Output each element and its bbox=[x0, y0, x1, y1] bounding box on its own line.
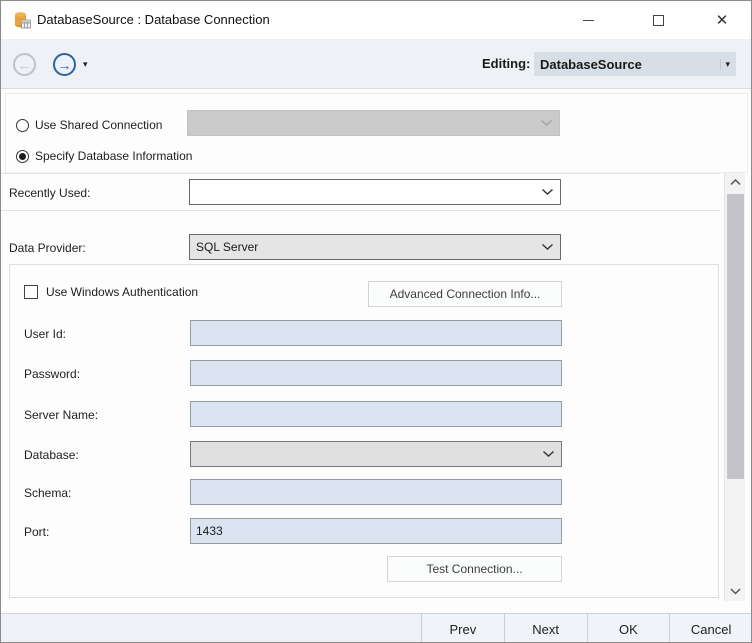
scrollbar-thumb[interactable] bbox=[727, 194, 744, 479]
editing-value: DatabaseSource bbox=[540, 57, 720, 72]
minimize-button[interactable] bbox=[565, 1, 611, 39]
prev-button[interactable]: Prev bbox=[421, 613, 504, 643]
editing-combobox[interactable]: DatabaseSource ▾ bbox=[534, 52, 736, 76]
user-id-label: User Id: bbox=[24, 327, 66, 341]
title-bar: DatabaseSource : Database Connection ✕ bbox=[1, 1, 751, 39]
recently-used-label: Recently Used: bbox=[9, 186, 90, 200]
forward-dropdown-caret[interactable]: ▾ bbox=[83, 59, 88, 70]
server-name-label: Server Name: bbox=[24, 408, 98, 422]
cancel-button[interactable]: Cancel bbox=[669, 613, 752, 643]
windows-auth-label: Use Windows Authentication bbox=[46, 285, 198, 299]
chevron-down-icon: ▾ bbox=[720, 59, 730, 70]
radio-label: Use Shared Connection bbox=[35, 118, 162, 132]
radio-icon[interactable] bbox=[16, 119, 29, 132]
vertical-scrollbar[interactable] bbox=[724, 173, 745, 601]
close-icon: ✕ bbox=[716, 11, 729, 29]
schema-field[interactable] bbox=[190, 479, 562, 505]
next-button[interactable]: Next bbox=[504, 613, 587, 643]
chevron-down-icon bbox=[542, 450, 555, 458]
back-button[interactable]: ← bbox=[13, 53, 36, 76]
chevron-up-icon bbox=[730, 179, 741, 186]
maximize-button[interactable] bbox=[635, 1, 681, 39]
database-combobox[interactable] bbox=[190, 441, 562, 467]
data-provider-combobox[interactable]: SQL Server bbox=[189, 234, 561, 260]
data-provider-value: SQL Server bbox=[196, 240, 258, 254]
database-label: Database: bbox=[24, 448, 79, 462]
chevron-down-icon bbox=[541, 188, 554, 196]
schema-label: Schema: bbox=[24, 486, 71, 500]
windows-auth-row: Use Windows Authentication bbox=[24, 285, 198, 299]
close-button[interactable]: ✕ bbox=[697, 1, 747, 39]
server-name-field[interactable] bbox=[190, 401, 562, 427]
advanced-connection-info-button[interactable]: Advanced Connection Info... bbox=[368, 281, 562, 307]
shared-connection-combobox bbox=[187, 110, 560, 136]
radio-label: Specify Database Information bbox=[35, 149, 192, 163]
radio-icon-selected[interactable] bbox=[16, 150, 29, 163]
chevron-down-icon bbox=[730, 588, 741, 595]
test-connection-button[interactable]: Test Connection... bbox=[387, 556, 562, 582]
connection-mode-panel: Use Shared Connection Specify Database I… bbox=[5, 93, 748, 173]
port-label: Port: bbox=[24, 525, 49, 539]
scroll-down-button[interactable] bbox=[725, 582, 745, 601]
scroll-up-button[interactable] bbox=[725, 173, 745, 192]
toolbar: ← → ▾ Editing: DatabaseSource ▾ bbox=[1, 39, 751, 89]
database-info-panel: Use Windows Authentication Advanced Conn… bbox=[9, 264, 719, 598]
window-title: DatabaseSource : Database Connection bbox=[37, 12, 270, 27]
forward-button[interactable]: → bbox=[53, 53, 76, 76]
windows-auth-checkbox[interactable] bbox=[24, 285, 38, 299]
forward-icon: → bbox=[58, 57, 72, 73]
password-label: Password: bbox=[24, 367, 80, 381]
dialog-window: DatabaseSource : Database Connection ✕ ←… bbox=[0, 0, 752, 643]
content-area: Use Shared Connection Specify Database I… bbox=[1, 90, 751, 613]
recently-used-combobox[interactable] bbox=[189, 179, 561, 205]
chevron-down-icon bbox=[541, 243, 554, 251]
radio-use-shared-connection[interactable]: Use Shared Connection bbox=[16, 118, 162, 132]
maximize-icon bbox=[653, 15, 664, 26]
recently-used-row: Recently Used: bbox=[1, 173, 720, 211]
footer-bar: Prev Next OK Cancel bbox=[1, 613, 751, 643]
port-field[interactable] bbox=[190, 518, 562, 544]
footer-buttons: Prev Next OK Cancel bbox=[421, 613, 752, 643]
chevron-down-icon bbox=[540, 119, 553, 127]
password-field[interactable] bbox=[190, 360, 562, 386]
radio-specify-database-information[interactable]: Specify Database Information bbox=[16, 149, 192, 163]
user-id-field[interactable] bbox=[190, 320, 562, 346]
ok-button[interactable]: OK bbox=[587, 613, 670, 643]
data-provider-label: Data Provider: bbox=[9, 241, 86, 255]
back-icon: ← bbox=[18, 57, 32, 73]
minimize-icon bbox=[583, 20, 594, 21]
database-icon bbox=[13, 11, 31, 29]
editing-label: Editing: bbox=[482, 56, 530, 71]
